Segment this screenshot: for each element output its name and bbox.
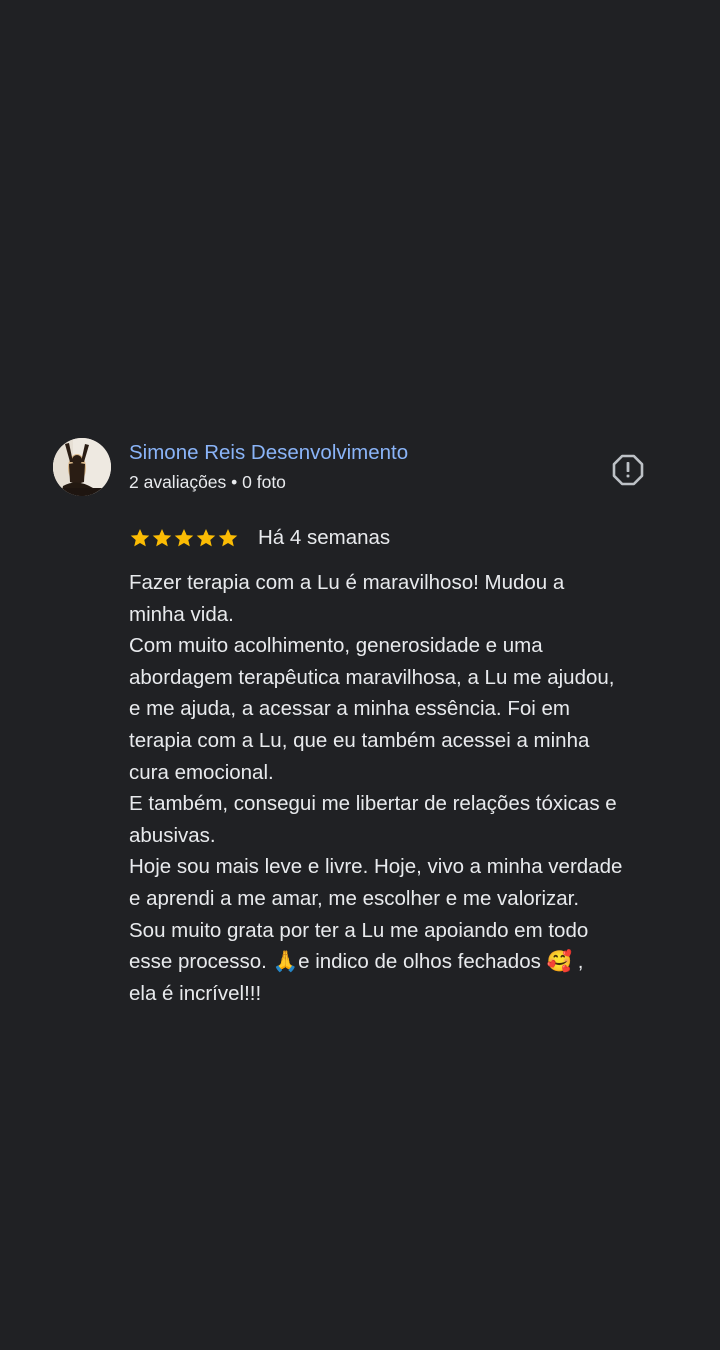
review-paragraph: E também, consegui me libertar de relaçõ… — [129, 792, 617, 847]
author-meta: 2 avaliações • 0 foto — [129, 472, 286, 492]
rating-row: Há 4 semanas — [129, 524, 390, 552]
review-paragraph: Com muito acolhimento, generosidade e um… — [129, 634, 615, 784]
star-icon — [174, 529, 194, 547]
star-rating — [129, 527, 239, 549]
report-exclamation-icon — [612, 454, 644, 486]
star-icon — [218, 529, 238, 547]
review-paragraph: Hoje sou mais leve e livre. Hoje, vivo a… — [129, 855, 623, 910]
star-icon — [196, 529, 216, 547]
report-review-button[interactable] — [611, 453, 645, 487]
review-paragraph: Sou muito grata por ter a Lu me apoiando… — [129, 918, 589, 1005]
review-date: Há 4 semanas — [258, 526, 391, 549]
author-name-link[interactable]: Simone Reis Desenvolvimento — [129, 439, 408, 467]
person-silhouette-icon — [53, 438, 111, 496]
author-avatar[interactable] — [53, 438, 111, 496]
review-text: Fazer terapia com a Lu é maravilhoso! Mu… — [129, 567, 689, 1009]
review-paragraph: Fazer terapia com a Lu é maravilhoso! Mu… — [129, 571, 565, 626]
star-icon — [152, 529, 172, 547]
star-icon — [130, 529, 150, 547]
